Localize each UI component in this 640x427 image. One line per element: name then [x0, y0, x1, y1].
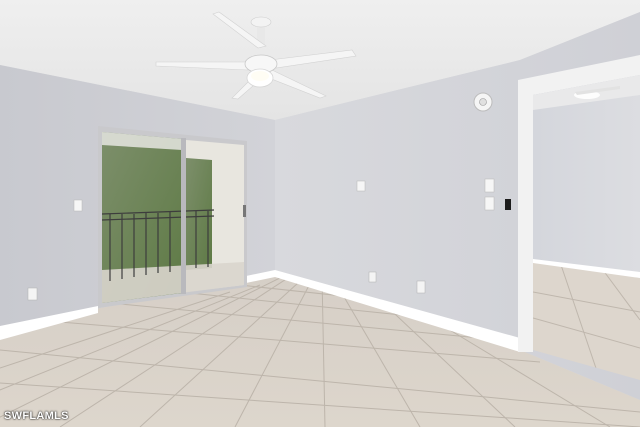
- light-switch-right-lower: [484, 196, 495, 211]
- room-photo: SWFLAMLS: [0, 0, 640, 427]
- room-illustration: [0, 0, 640, 427]
- outlet-right: [416, 280, 426, 294]
- doorway: [518, 55, 640, 380]
- light-switch-right-upper: [484, 178, 495, 193]
- smoke-detector: [473, 92, 493, 112]
- outlet-left: [27, 287, 38, 301]
- outlet-back: [368, 271, 377, 283]
- light-switch-back: [356, 180, 366, 192]
- sliding-glass-door: [98, 126, 247, 308]
- watermark-text: SWFLAMLS: [4, 410, 69, 422]
- light-switch-left: [73, 199, 83, 212]
- thermostat-control: [505, 199, 511, 210]
